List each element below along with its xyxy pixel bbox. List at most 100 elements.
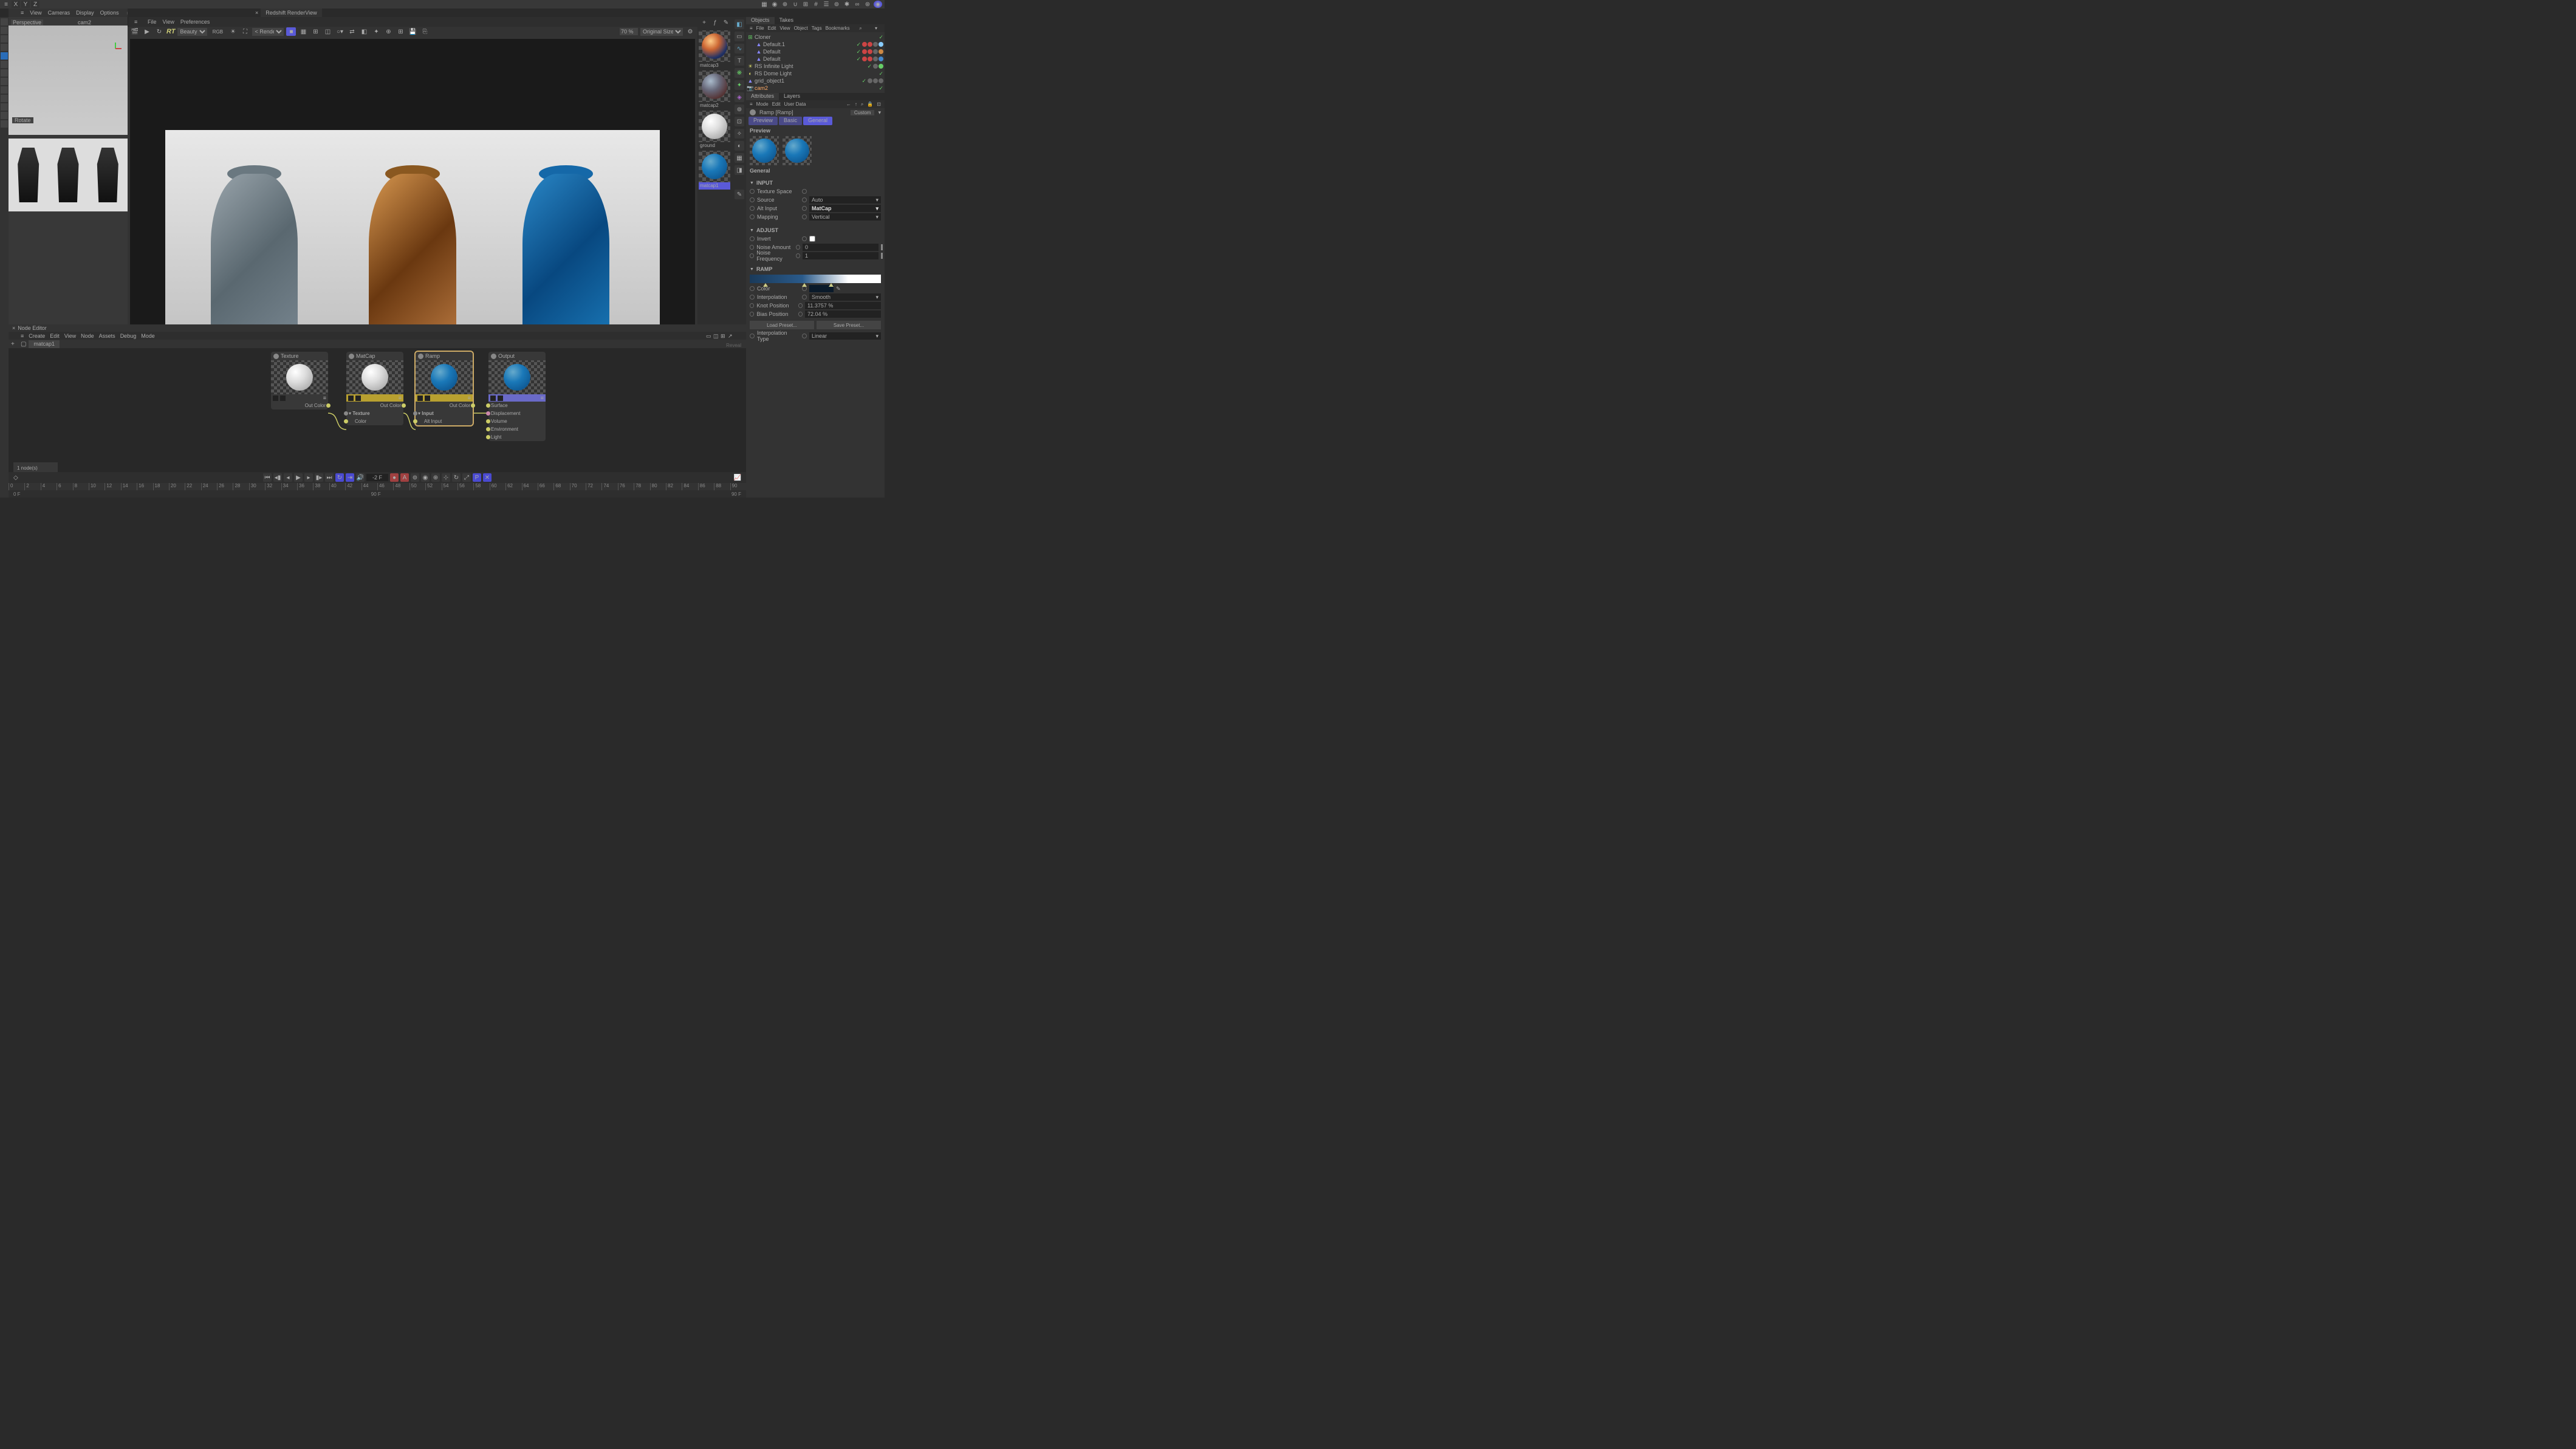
node-link-icon[interactable] — [796, 253, 800, 258]
node-input-port[interactable]: Environment — [488, 425, 546, 433]
burger-icon[interactable]: ≡ — [134, 19, 142, 25]
vis-toggle-icon[interactable]: ✓ — [879, 34, 883, 41]
next-key-icon[interactable]: ▮▸ — [315, 473, 323, 482]
butterfly-icon[interactable]: ✱ — [843, 1, 851, 8]
atom-icon[interactable]: ⊛ — [863, 1, 872, 8]
menu-display[interactable]: Display — [76, 10, 94, 16]
play-icon[interactable]: ▶ — [294, 473, 303, 482]
knife-tool-icon[interactable] — [1, 112, 8, 119]
material-thumb[interactable]: matcap1 — [699, 151, 730, 190]
rs-icon[interactable]: ◐ — [735, 141, 744, 151]
search-icon[interactable]: ⌕ — [859, 26, 865, 32]
attr-number[interactable] — [805, 310, 881, 318]
attr-select[interactable]: Auto▾ — [809, 196, 881, 204]
rotate-tool-icon[interactable] — [1, 52, 8, 60]
ramp-stop[interactable] — [802, 283, 807, 287]
menu-view[interactable]: View — [30, 10, 41, 16]
tag-dot-icon[interactable] — [873, 78, 878, 83]
rv-menu-file[interactable]: File — [148, 19, 157, 25]
record-icon[interactable]: ● — [390, 473, 399, 482]
vis-toggle-icon[interactable]: ✓ — [856, 41, 861, 48]
node-output-port[interactable]: Out Color — [346, 402, 403, 409]
tree-row[interactable]: ▲Default✓ — [747, 55, 883, 63]
sound-icon[interactable]: 🔊 — [356, 473, 365, 482]
liveselect-icon[interactable] — [1, 35, 8, 43]
model-tool-icon[interactable] — [1, 61, 8, 68]
menu-options[interactable]: Options — [100, 10, 119, 16]
subtab-preview[interactable]: Preview — [748, 117, 778, 125]
rv-menu-prefs[interactable]: Preferences — [180, 19, 210, 25]
cube-icon[interactable]: ◧ — [735, 19, 744, 29]
compare-icon[interactable]: ⇄ — [347, 27, 357, 36]
node-link-icon[interactable] — [802, 334, 807, 338]
camera-obj-icon[interactable]: ⊡ — [735, 117, 744, 126]
attr-select[interactable]: MatCap▾ — [809, 205, 881, 212]
ne-burger-icon[interactable]: ≡ — [21, 333, 24, 339]
node-header[interactable]: MatCap — [346, 352, 403, 360]
node-port-icon[interactable] — [750, 197, 755, 202]
grid4-icon[interactable]: ▦ — [298, 27, 308, 36]
tag-dot-icon[interactable] — [868, 49, 872, 54]
tree-row[interactable]: 📷cam2✓ — [747, 84, 883, 92]
node-input-port[interactable]: Light — [488, 433, 546, 441]
node-link-icon[interactable] — [802, 214, 807, 219]
graph-node[interactable]: Output ≡ SurfaceDisplacementVolumeEnviro… — [488, 352, 546, 441]
exposure-icon[interactable]: ☀ — [228, 27, 238, 36]
obj-name[interactable]: cam2 — [755, 85, 877, 91]
viewport-camera-label[interactable]: cam2 — [78, 19, 91, 26]
field-icon[interactable]: ✦ — [735, 80, 744, 90]
vis-toggle-icon[interactable]: ✓ — [867, 63, 872, 70]
ne-mode[interactable]: Mode — [141, 333, 155, 339]
vis-toggle-icon[interactable]: ✓ — [856, 49, 861, 55]
node-link-icon[interactable] — [798, 303, 803, 308]
tab-layers[interactable]: Layers — [779, 93, 805, 100]
material-thumb[interactable]: ground — [699, 111, 730, 149]
tag-icon[interactable]: ◨ — [735, 165, 744, 175]
node-menu-icon[interactable]: ≡ — [468, 395, 471, 401]
gear-icon[interactable]: ⚙ — [685, 27, 695, 36]
tag-dot-icon[interactable] — [862, 49, 867, 54]
tab-attributes[interactable]: Attributes — [746, 93, 779, 100]
ramp-gradient[interactable] — [750, 275, 881, 283]
pencil-icon[interactable]: ✎ — [735, 190, 744, 199]
find-icon[interactable]: ⌕ — [861, 101, 863, 108]
axis-gizmo-icon[interactable] — [109, 43, 122, 55]
node-input-port[interactable]: Volume — [488, 417, 546, 425]
save-icon[interactable]: 💾 — [408, 27, 417, 36]
ne-assets[interactable]: Assets — [99, 333, 115, 339]
obj-name[interactable]: Default — [763, 56, 855, 62]
refresh-icon[interactable]: ↻ — [154, 27, 164, 36]
ne-edit[interactable]: Edit — [50, 333, 60, 339]
keyopt-icon[interactable]: ⊕ — [431, 473, 440, 482]
vis-toggle-icon[interactable]: ✓ — [879, 85, 883, 92]
range-end[interactable]: 90 F — [371, 492, 381, 497]
close-tab-icon[interactable]: × — [255, 10, 258, 16]
target-icon[interactable]: ⊚ — [832, 1, 841, 8]
node-port-icon[interactable] — [750, 286, 755, 291]
node-btn-icon[interactable] — [417, 396, 423, 401]
node-input-group[interactable]: ▾ Texture — [346, 409, 403, 417]
size-select[interactable]: Original Size — [640, 28, 683, 36]
obj-name[interactable]: RS Dome Light — [755, 70, 877, 77]
tree-row[interactable]: ◐RS Dome Light✓ — [747, 70, 883, 77]
misc-tool-icon[interactable] — [1, 120, 8, 128]
snap-icon[interactable]: ◉ — [770, 1, 779, 8]
node-input-port[interactable]: Surface — [488, 402, 546, 409]
section-header[interactable]: INPUT — [750, 179, 881, 187]
aov-select[interactable]: Beauty — [177, 28, 207, 36]
node-link-icon[interactable] — [802, 197, 807, 202]
points-tool-icon[interactable] — [1, 78, 8, 85]
node-input-port[interactable]: Displacement — [488, 409, 546, 417]
link-icon[interactable]: ∞ — [853, 1, 862, 8]
om-tags[interactable]: Tags — [812, 26, 822, 31]
ab-icon[interactable]: ◧ — [359, 27, 369, 36]
node-btn-icon[interactable] — [425, 396, 430, 401]
node-output-port[interactable]: Out Color — [271, 402, 328, 409]
material-thumb[interactable]: matcap2 — [699, 70, 730, 109]
node-btn-icon[interactable] — [348, 396, 354, 401]
rgb-toggle[interactable]: RGB — [210, 27, 225, 36]
range-total[interactable]: 90 F — [731, 492, 741, 497]
om-object[interactable]: Object — [794, 26, 808, 31]
ne-node[interactable]: Node — [81, 333, 94, 339]
close-icon[interactable]: × — [12, 325, 15, 331]
